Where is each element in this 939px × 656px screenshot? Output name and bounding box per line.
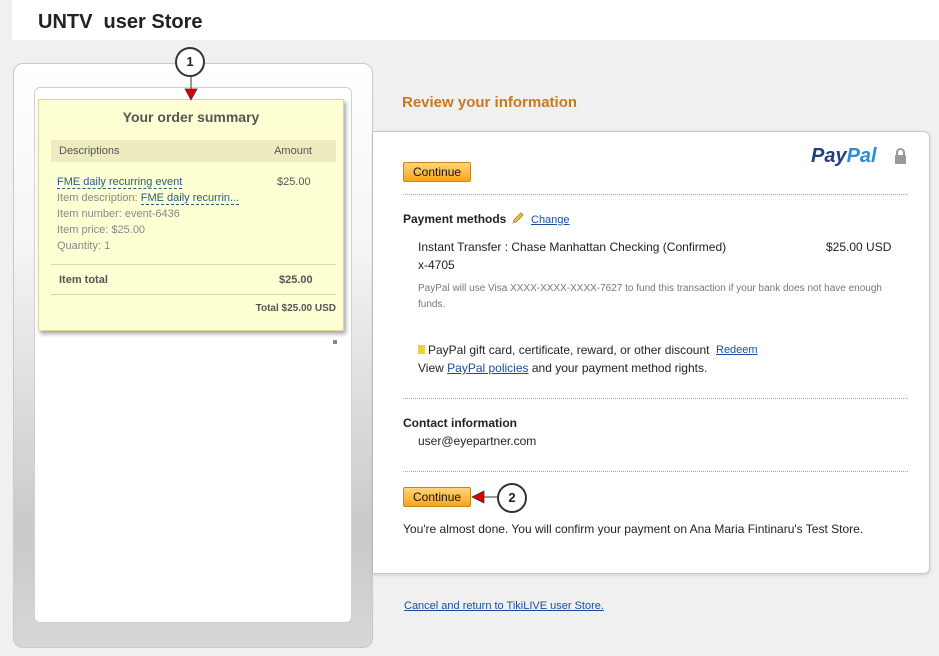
policy-prefix: View	[418, 361, 448, 375]
lock-icon	[895, 148, 906, 164]
paypal-logo-b: Pal	[846, 145, 877, 167]
cancel-return-link[interactable]: Cancel and return to TikiLIVE user Store…	[404, 600, 604, 612]
item-quantity: Quantity: 1	[57, 240, 111, 252]
item-price: Item price: $25.00	[57, 224, 146, 236]
redeem-link[interactable]: Redeem	[716, 344, 758, 356]
arrow-icon	[184, 77, 198, 101]
gift-card-text: PayPal gift card, certificate, reward, o…	[428, 343, 710, 357]
col-descriptions: Descriptions	[59, 145, 120, 157]
account-suffix: x-4705	[418, 258, 455, 272]
summary-divider	[51, 294, 336, 295]
divider	[403, 471, 908, 472]
item-description-link[interactable]: FME daily recurrin...	[140, 192, 240, 205]
paypal-policies-link[interactable]: PayPal policies	[447, 361, 528, 375]
store-title: UNTV user Store	[38, 11, 203, 33]
change-payment-link[interactable]: Change	[531, 214, 570, 226]
summary-table-header: Descriptions Amount	[51, 140, 336, 162]
paypal-logo: PayPal	[811, 145, 877, 168]
item-description: Item description: FME daily recurrin...	[57, 192, 240, 205]
pencil-icon	[512, 212, 524, 224]
callout-2: 2	[497, 483, 527, 513]
continue-button-bottom[interactable]: Continue	[403, 487, 472, 507]
item-name[interactable]: FME daily recurring event	[57, 176, 183, 189]
item-description-label: Item description:	[57, 192, 138, 204]
contact-email: user@eyepartner.com	[418, 434, 537, 448]
policy-suffix: and your payment method rights.	[528, 361, 708, 375]
backup-funding-note: PayPal will use Visa XXXX-XXXX-XXXX-7627…	[418, 283, 882, 310]
item-total-value: $25.00	[279, 274, 313, 286]
order-summary-title: Your order summary	[122, 109, 260, 125]
divider	[403, 194, 908, 195]
policy-line: View PayPal policies and your payment me…	[418, 361, 707, 375]
item-name-link[interactable]: FME daily recurring event	[57, 176, 183, 189]
summary-divider	[51, 264, 336, 265]
item-number: Item number: event-6436	[57, 208, 180, 220]
review-title: Review your information	[402, 94, 578, 111]
payment-amount: $25.00 USD	[826, 240, 892, 254]
item-total-label: Item total	[59, 274, 108, 286]
almost-done-text: You're almost done. You will confirm you…	[403, 522, 864, 536]
callout-1: 1	[175, 47, 205, 77]
gift-marker	[418, 345, 425, 354]
payment-method-description: Instant Transfer : Chase Manhattan Check…	[418, 240, 727, 254]
item-amount: $25.00	[277, 176, 311, 188]
scroll-mark	[333, 340, 337, 344]
continue-button-top[interactable]: Continue	[403, 162, 472, 182]
contact-info-label: Contact information	[403, 416, 517, 430]
col-amount: Amount	[274, 145, 312, 157]
order-summary-box: Your order summary Descriptions Amount F…	[38, 99, 344, 331]
divider	[403, 398, 908, 399]
arrow-icon	[471, 490, 499, 504]
paypal-logo-a: Pay	[811, 145, 847, 167]
payment-methods-label: Payment methods	[403, 212, 507, 226]
grand-total: Total $25.00 USD	[255, 303, 336, 314]
